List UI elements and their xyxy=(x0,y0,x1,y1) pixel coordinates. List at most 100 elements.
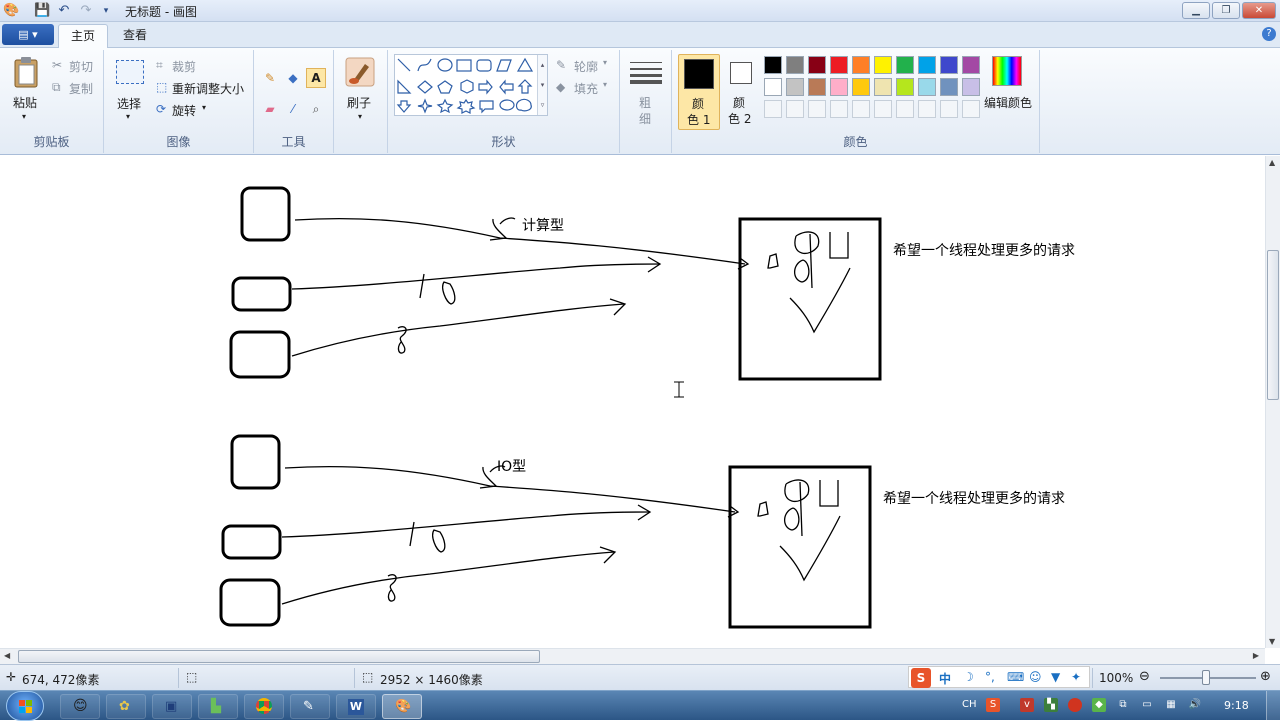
custom-color-slot[interactable] xyxy=(896,100,914,118)
palette-swatch[interactable] xyxy=(962,56,980,74)
custom-color-slot[interactable] xyxy=(830,100,848,118)
ime-mode[interactable]: 中 xyxy=(939,670,951,687)
fill-button[interactable]: 填充 xyxy=(574,80,598,97)
vertical-scrollbar[interactable]: ▲ ▼ xyxy=(1265,156,1280,648)
zoom-out-icon[interactable]: ⊖ xyxy=(1139,669,1150,684)
record-tray-icon[interactable] xyxy=(1068,698,1082,712)
taskbar-app-3[interactable]: ▣ xyxy=(152,694,192,719)
skin-icon[interactable]: ▼ xyxy=(1051,670,1060,684)
network-tray-icon[interactable]: ▦ xyxy=(1164,698,1178,712)
edit-colors-icon[interactable] xyxy=(992,56,1022,86)
taskbar-chrome[interactable] xyxy=(244,694,284,719)
outline-button[interactable]: 轮廓 xyxy=(574,58,598,75)
taskbar-notepad[interactable]: ✎ xyxy=(290,694,330,719)
tab-view[interactable]: 查看 xyxy=(111,24,159,48)
text-tool-icon[interactable]: A xyxy=(306,68,326,88)
taskbar-paint[interactable]: 🎨 xyxy=(382,694,422,719)
display-tray-icon[interactable]: ▭ xyxy=(1140,698,1154,712)
custom-color-slot[interactable] xyxy=(852,100,870,118)
palette-swatch[interactable] xyxy=(874,56,892,74)
palette-swatch[interactable] xyxy=(830,78,848,96)
paste-button[interactable]: 粘贴 xyxy=(13,94,37,111)
undo-icon[interactable]: ↶ xyxy=(56,3,72,19)
cut-button[interactable]: 剪切 xyxy=(69,58,93,75)
palette-swatch[interactable] xyxy=(896,78,914,96)
eraser-icon[interactable]: ▰ xyxy=(260,99,280,119)
custom-color-slot[interactable] xyxy=(940,100,958,118)
paint-menu-button[interactable]: ▤ ▾ xyxy=(2,24,54,45)
custom-color-slot[interactable] xyxy=(764,100,782,118)
pencil-icon[interactable]: ✎ xyxy=(260,68,280,88)
taskbar-word[interactable]: W xyxy=(336,694,376,719)
volume-icon[interactable]: 🔊 xyxy=(1188,698,1202,712)
custom-color-slot[interactable] xyxy=(918,100,936,118)
palette-swatch[interactable] xyxy=(896,56,914,74)
close-button[interactable]: ✕ xyxy=(1242,2,1276,19)
antivirus-tray-icon[interactable]: v xyxy=(1020,698,1034,712)
palette-swatch[interactable] xyxy=(830,56,848,74)
sogou-ime-icon[interactable]: S xyxy=(911,668,931,688)
palette-swatch[interactable] xyxy=(852,78,870,96)
shield-tray-icon[interactable]: ◆ xyxy=(1092,698,1106,712)
ime-toolbar[interactable]: S 中 ☽ °, ⌨ ☺ ▼ ✦ xyxy=(908,666,1090,688)
taskbar-app-4[interactable]: ▙ xyxy=(198,694,238,719)
zoom-in-icon[interactable]: ⊕ xyxy=(1260,669,1271,684)
horizontal-scrollbar[interactable]: ◀ ▶ xyxy=(0,648,1265,664)
brush-icon[interactable] xyxy=(345,56,375,88)
palette-swatch[interactable] xyxy=(808,78,826,96)
punctuation-icon[interactable]: °, xyxy=(985,670,995,684)
vertical-scroll-thumb[interactable] xyxy=(1267,250,1279,400)
horizontal-scroll-thumb[interactable] xyxy=(18,650,540,663)
palette-swatch[interactable] xyxy=(962,78,980,96)
size-label-thin[interactable]: 细 xyxy=(639,110,651,127)
shapes-gallery-icons[interactable] xyxy=(395,55,547,115)
size-label-thick[interactable]: 粗 xyxy=(639,94,651,111)
taskbar-app-2[interactable]: ✿ xyxy=(106,694,146,719)
maximize-button[interactable]: ❐ xyxy=(1212,2,1240,19)
scroll-up-icon[interactable]: ▲ xyxy=(1269,158,1275,167)
palette-swatch[interactable] xyxy=(764,78,782,96)
select-icon[interactable] xyxy=(116,60,144,84)
user-icon[interactable]: ☺ xyxy=(1029,670,1042,684)
color1-button[interactable]: 颜 色 1 xyxy=(678,54,720,130)
taskbar-app-1[interactable]: 😊 xyxy=(60,694,100,719)
palette-swatch[interactable] xyxy=(940,78,958,96)
wrench-icon[interactable]: ✦ xyxy=(1071,670,1081,684)
show-desktop-button[interactable] xyxy=(1266,691,1280,721)
brushes-button[interactable]: 刷子 xyxy=(347,94,371,111)
custom-color-slot[interactable] xyxy=(786,100,804,118)
color-picker-icon[interactable]: ⁄ xyxy=(283,99,303,119)
custom-color-slot[interactable] xyxy=(808,100,826,118)
fill-bucket-icon[interactable]: ◆ xyxy=(283,68,303,88)
save-icon[interactable]: 💾 xyxy=(34,3,50,19)
palette-swatch[interactable] xyxy=(852,56,870,74)
rotate-button[interactable]: 旋转 xyxy=(172,102,196,119)
network-tool-tray-icon[interactable]: ▚ xyxy=(1044,698,1058,712)
palette-swatch[interactable] xyxy=(918,56,936,74)
start-button[interactable] xyxy=(6,691,44,721)
paste-icon[interactable] xyxy=(12,56,40,88)
color2-button[interactable]: 颜 色 2 xyxy=(724,54,758,130)
shapes-gallery-scroll[interactable]: ▴ ▾ ▿ xyxy=(537,55,547,115)
devices-tray-icon[interactable]: ⧉ xyxy=(1116,698,1130,712)
palette-swatch[interactable] xyxy=(874,78,892,96)
tab-home[interactable]: 主页 xyxy=(58,24,109,48)
palette-swatch[interactable] xyxy=(808,56,826,74)
keyboard-icon[interactable]: ⌨ xyxy=(1007,670,1024,684)
line-size-icon[interactable] xyxy=(630,60,662,84)
help-icon[interactable]: ? xyxy=(1262,27,1276,41)
canvas[interactable]: 计算型 希望一个线程处理更多的请求 IO型 希望一个线程处理更多的请求 xyxy=(0,156,1265,648)
select-button[interactable]: 选择 xyxy=(117,95,141,112)
palette-swatch[interactable] xyxy=(786,78,804,96)
moon-icon[interactable]: ☽ xyxy=(963,670,974,684)
copy-button[interactable]: 复制 xyxy=(69,80,93,97)
palette-swatch[interactable] xyxy=(786,56,804,74)
edit-colors-button[interactable]: 编辑颜色 xyxy=(984,94,1032,111)
palette-swatch[interactable] xyxy=(918,78,936,96)
sogou-tray-icon[interactable]: S xyxy=(986,698,1000,712)
scroll-left-icon[interactable]: ◀ xyxy=(4,651,10,660)
customize-quick-access-icon[interactable]: ▾ xyxy=(98,3,114,19)
custom-color-slot[interactable] xyxy=(962,100,980,118)
magnifier-icon[interactable]: ⌕ xyxy=(306,99,326,119)
paint-app-icon[interactable]: 🎨 xyxy=(3,3,19,19)
